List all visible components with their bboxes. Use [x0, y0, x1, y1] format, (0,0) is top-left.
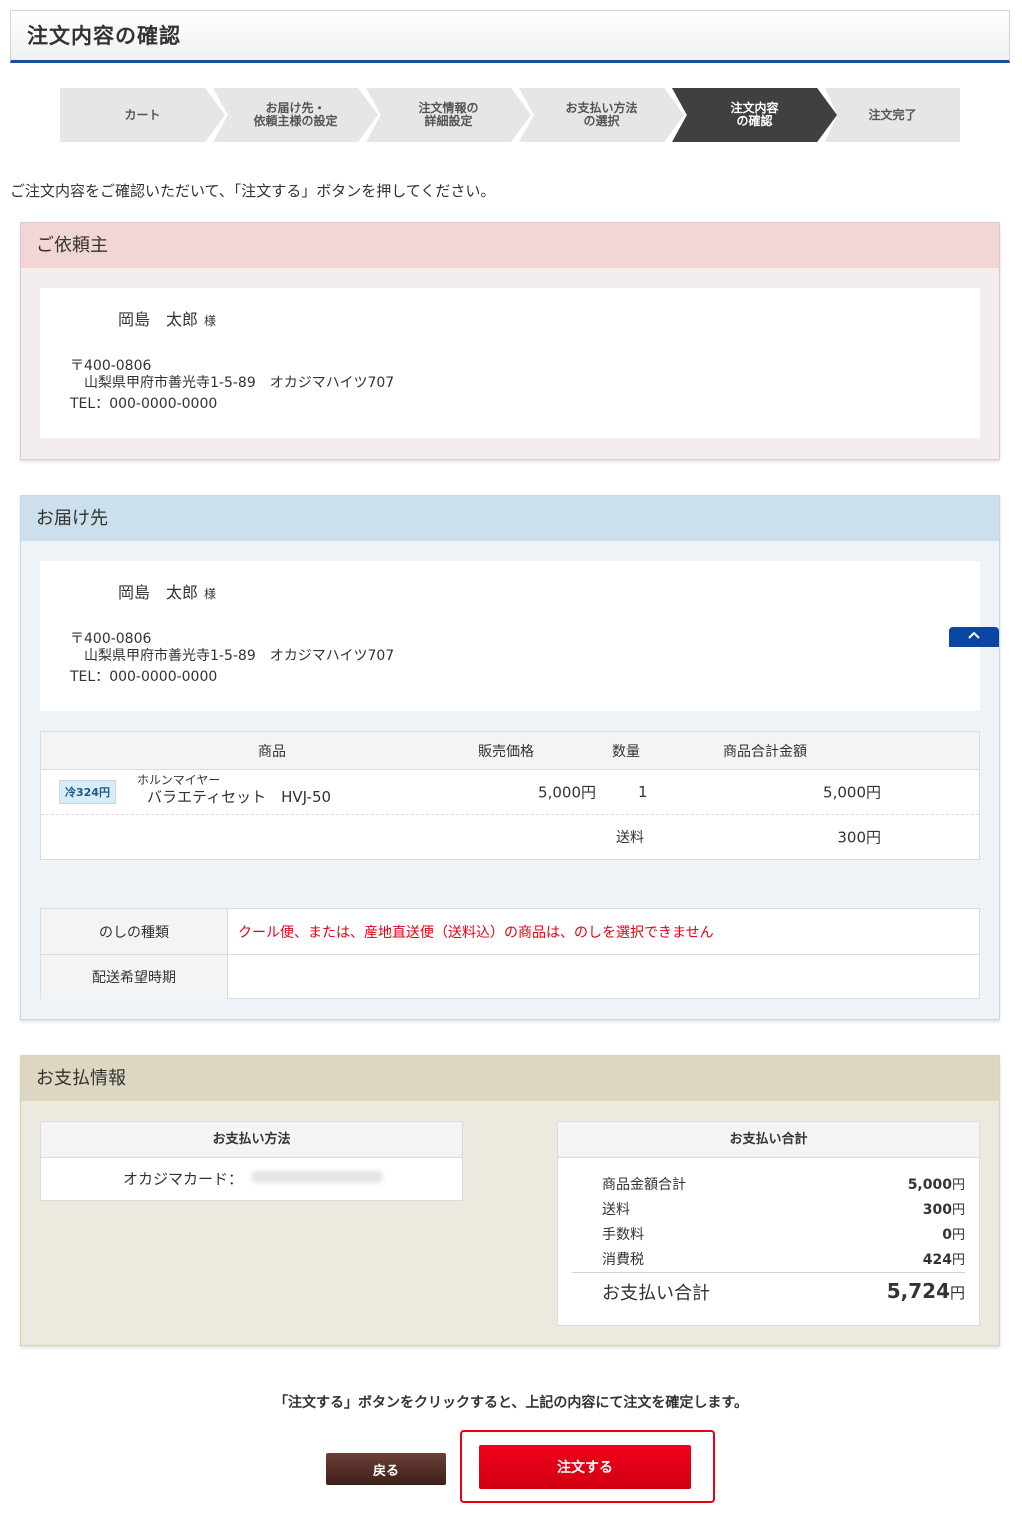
delivery-honorific: 様: [204, 587, 217, 601]
sum-value: 300円: [922, 1202, 965, 1218]
sum-value: 424円: [922, 1252, 965, 1268]
delivery-address: 山梨県甲府市善光寺1-5-89 オカジマハイツ707: [84, 648, 395, 664]
step-cart: カート: [60, 88, 225, 142]
delivery-timing-row: 配送希望時期: [41, 954, 979, 999]
back-button[interactable]: 戻る: [326, 1453, 446, 1485]
step-complete: 注文完了: [825, 88, 960, 142]
table-row: 冷324円 ホルンマイヤー バラエティセット HVJ-50 5,000円 1 5…: [41, 770, 979, 815]
sum-row-grand-total: お支払い合計 5,724円: [602, 1279, 965, 1307]
sum-row-tax: 消費税 424円: [602, 1249, 965, 1269]
product-cell: ホルンマイヤー バラエティセット HVJ-50: [137, 774, 331, 807]
payment-method-value: オカジマカード：: [123, 1170, 244, 1188]
product-qty: 1: [638, 783, 648, 801]
delivery-tel: TEL：000-0000-0000: [70, 669, 218, 685]
order-table-header: 商品 販売価格 数量 商品合計金額: [41, 732, 979, 770]
payment-total-header: お支払い合計: [558, 1122, 979, 1158]
requester-address-block: 〒400-0806 山梨県甲府市善光寺1-5-89 オカジマハイツ707 TEL…: [70, 358, 394, 413]
delivery-name-line: 岡島 太郎様: [118, 579, 216, 603]
product-subtotal: 5,000円: [823, 783, 881, 802]
noshi-type-row: のしの種類 クール便、または、産地直送便（送料込）の商品は、のしを選択できません: [41, 909, 979, 954]
shipping-value: 300円: [837, 828, 881, 847]
intro-text: ご注文内容をご確認いただいて、「注文する」ボタンを押してください。: [10, 182, 496, 200]
grand-total-label: お支払い合計: [602, 1283, 710, 1304]
card-number-masked: [251, 1171, 383, 1183]
requester-section: ご依頼主 岡島 太郎様 〒400-0806 山梨県甲府市善光寺1-5-89 オカ…: [20, 222, 1000, 460]
order-button[interactable]: 注文する: [479, 1445, 691, 1489]
delivery-box: 岡島 太郎様 〒400-0806 山梨県甲府市善光寺1-5-89 オカジマハイツ…: [40, 561, 980, 711]
sum-label: 送料: [602, 1202, 630, 1218]
header-subtotal: 商品合計金額: [723, 743, 807, 760]
requester-name-line: 岡島 太郎様: [118, 306, 216, 330]
order-table: 商品 販売価格 数量 商品合計金額 冷324円 ホルンマイヤー バラエティセット…: [40, 731, 980, 860]
chevron-up-icon: [968, 631, 980, 639]
sum-row-shipping: 送料 300円: [602, 1199, 965, 1219]
scroll-top-button[interactable]: [949, 627, 999, 647]
step-payment-method: お支払い方法 の選択: [519, 88, 684, 142]
noshi-type-label: のしの種類: [41, 909, 228, 954]
sum-divider: [572, 1272, 965, 1273]
shipping-row: 送料 300円: [41, 815, 979, 859]
checkout-steps: カート お届け先・ 依頼主様の設定 注文情報の 詳細設定 お支払い方法 の選択 …: [60, 88, 960, 142]
delivery-heading: お届け先: [21, 496, 999, 541]
delivery-address-block: 〒400-0806 山梨県甲府市善光寺1-5-89 オカジマハイツ707 TEL…: [70, 631, 394, 686]
sum-label: 消費税: [602, 1252, 644, 1268]
sum-row-fee: 手数料 0円: [602, 1224, 965, 1244]
payment-method-row: オカジマカード：: [41, 1158, 462, 1200]
header-product: 商品: [258, 743, 286, 760]
payment-method-header: お支払い方法: [41, 1122, 462, 1158]
page-header: 注文内容の確認: [10, 10, 1010, 63]
delivery-timing-label: 配送希望時期: [41, 955, 228, 999]
delivery-section: お届け先 岡島 太郎様 〒400-0806 山梨県甲府市善光寺1-5-89 オカ…: [20, 495, 1000, 1020]
delivery-name: 岡島 太郎: [118, 583, 199, 602]
header-qty: 数量: [612, 743, 640, 760]
sum-label: 手数料: [602, 1227, 644, 1243]
requester-address: 山梨県甲府市善光寺1-5-89 オカジマハイツ707: [84, 375, 395, 391]
requester-name: 岡島 太郎: [118, 310, 199, 329]
cold-shipping-badge: 冷324円: [59, 780, 116, 804]
sum-row-products: 商品金額合計 5,000円: [602, 1174, 965, 1194]
shipping-label: 送料: [616, 830, 644, 846]
step-order-details: 注文情報の 詳細設定: [366, 88, 531, 142]
requester-honorific: 様: [204, 314, 217, 328]
payment-section: お支払情報 お支払い方法 オカジマカード： お支払い合計 商品金額合計 5,00…: [20, 1055, 1000, 1346]
header-price: 販売価格: [478, 743, 534, 760]
requester-heading: ご依頼主: [21, 223, 999, 268]
product-name: バラエティセット HVJ-50: [147, 788, 332, 806]
noshi-table: のしの種類 クール便、または、産地直送便（送料込）の商品は、のしを選択できません…: [40, 908, 980, 999]
sum-value: 0円: [942, 1227, 965, 1243]
requester-postal: 〒400-0806: [70, 358, 152, 374]
delivery-postal: 〒400-0806: [70, 631, 152, 647]
sum-value: 5,000円: [907, 1177, 965, 1193]
confirm-note: 「注文する」ボタンをクリックすると、上記の内容にて注文を確定します。: [273, 1395, 749, 1411]
payment-heading: お支払情報: [21, 1056, 999, 1101]
step-delivery-settings: お届け先・ 依頼主様の設定: [213, 88, 378, 142]
noshi-type-value: クール便、または、産地直送便（送料込）の商品は、のしを選択できません: [238, 924, 714, 941]
requester-box: 岡島 太郎様 〒400-0806 山梨県甲府市善光寺1-5-89 オカジマハイツ…: [40, 288, 980, 438]
payment-method-box: お支払い方法 オカジマカード：: [40, 1121, 463, 1201]
product-price: 5,000円: [538, 783, 596, 802]
requester-tel: TEL：000-0000-0000: [70, 396, 218, 412]
step-confirm-active: 注文内容 の確認: [672, 88, 837, 142]
sum-label: 商品金額合計: [602, 1177, 686, 1193]
product-brand: ホルンマイヤー: [137, 773, 221, 787]
payment-total-box: お支払い合計 商品金額合計 5,000円 送料 300円 手数料 0円 消費税 …: [557, 1121, 980, 1326]
grand-total-value: 5,724円: [886, 1279, 965, 1303]
page-title: 注文内容の確認: [27, 24, 181, 48]
